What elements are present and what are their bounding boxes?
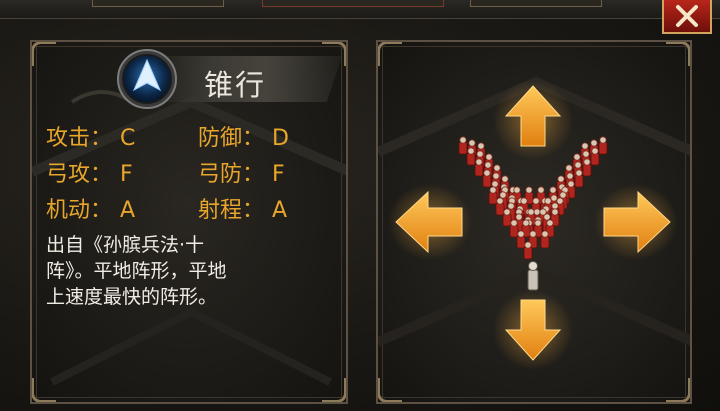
right-arrow-icon[interactable]	[594, 184, 678, 260]
soldier	[590, 147, 600, 166]
soldier	[509, 219, 519, 238]
top-tab-strip	[0, 0, 720, 19]
preview-canvas	[378, 76, 690, 370]
formation-leader	[527, 261, 539, 291]
arrow-up-icon	[117, 49, 177, 109]
soldier	[502, 208, 512, 227]
description-line: 出自《孙膑兵法·十	[46, 234, 205, 256]
formation-description: 出自《孙膑兵法·十 阵》。平地阵形，平地 上速度最快的阵形。	[46, 232, 326, 310]
close-button[interactable]	[662, 0, 712, 34]
stat-range: 射程： A	[198, 198, 288, 223]
soldier	[495, 197, 505, 216]
soldier	[482, 169, 492, 188]
down-arrow-icon[interactable]	[493, 290, 573, 370]
stat-archery-defense: 弓防： F	[198, 162, 285, 187]
formation-preview-panel	[376, 40, 692, 404]
soldier	[474, 158, 484, 177]
soldier	[516, 230, 526, 249]
formation-emblem	[116, 48, 178, 110]
formation-name: 锥行	[204, 68, 267, 102]
soldier	[574, 169, 584, 188]
left-arrow-icon[interactable]	[388, 184, 472, 260]
soldier	[458, 136, 468, 155]
up-arrow-icon[interactable]	[493, 80, 573, 160]
close-x-icon	[676, 5, 698, 27]
soldier	[540, 230, 550, 249]
formation-info-panel: 锥行 攻击： C 防御： D 弓攻： F 弓防： F 机动： A 射程： A 出自《孙膑兵法…	[30, 40, 348, 404]
stat-attack: 攻击： C	[46, 126, 136, 151]
stat-mobility: 机动： A	[46, 198, 136, 223]
formation-dialog: 锥行 攻击： C 防御： D 弓攻： F 弓防： F 机动： A 射程： A 出自《孙膑兵法…	[0, 0, 720, 411]
soldier	[523, 241, 533, 260]
soldier	[466, 147, 476, 166]
soldier	[582, 158, 592, 177]
description-line: 阵》。平地阵形，平地	[46, 260, 227, 282]
soldier	[488, 186, 498, 205]
stat-archery-attack: 弓攻： F	[46, 162, 133, 187]
description-line: 上速度最快的阵形。	[46, 286, 218, 308]
stat-defense: 防御： D	[198, 126, 289, 151]
soldier	[598, 136, 608, 155]
